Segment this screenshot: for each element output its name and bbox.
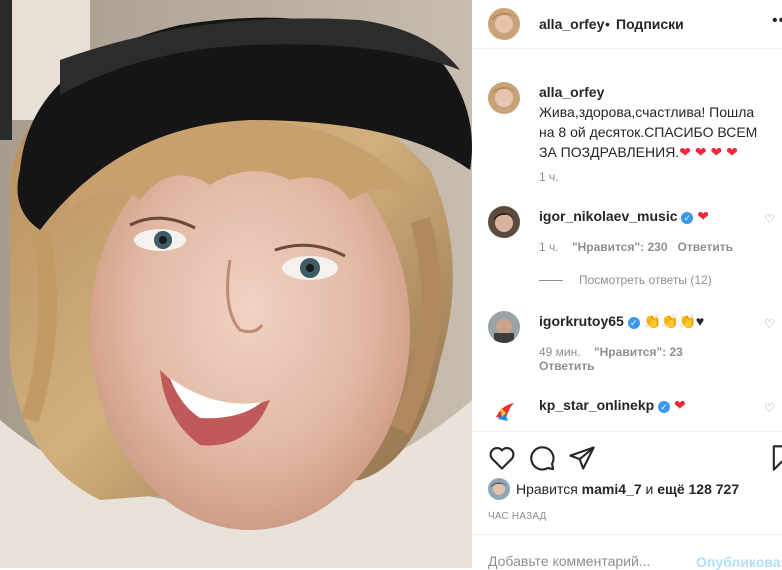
likes-count-button[interactable]: ещё 128 727 (657, 481, 739, 497)
heart-outline-icon[interactable] (488, 444, 516, 472)
comment-text: igorkrutoy65 ✓ 👏👏👏♥ (539, 311, 704, 331)
comment-likes[interactable]: "Нравится": 23 (594, 345, 683, 359)
comment-text: kp_star_onlinekp ✓ ❤ (539, 395, 686, 415)
following-button[interactable]: Подписки (616, 16, 684, 32)
comment-time: 49 мин. (539, 345, 581, 359)
likes-prefix: Нравится (516, 481, 578, 497)
header-separator: • (605, 16, 610, 32)
more-options-icon[interactable]: ••• (772, 12, 782, 30)
author-username[interactable]: alla_orfey (539, 16, 604, 32)
caption-time: 1 ч. (539, 170, 559, 184)
comment-like-icon[interactable]: ♡ (764, 401, 775, 415)
comment-body: ❤ (673, 397, 686, 413)
comment-meta: 1 ч. "Нравится": 230 Ответить (539, 240, 733, 254)
view-replies-button[interactable]: Посмотреть ответы (12) (539, 273, 712, 287)
caption-username[interactable]: alla_orfey (539, 84, 604, 100)
liker-avatar[interactable] (488, 478, 510, 500)
comment-like-icon[interactable]: ♡ (764, 317, 775, 331)
post-header: alla_orfey • Подписки ••• (472, 0, 782, 49)
share-icon[interactable] (568, 444, 596, 472)
reply-button[interactable]: Ответить (539, 359, 594, 373)
comment-meta: Ответить (539, 359, 594, 373)
comment-body: ❤ (697, 208, 710, 224)
verified-badge-icon: ✓ (681, 212, 694, 224)
bookmark-icon[interactable] (768, 444, 782, 472)
commenter-username[interactable]: igorkrutoy65 (539, 313, 624, 329)
post-actions (472, 431, 782, 484)
post-panel: alla_orfey • Подписки ••• alla_orfey Жив… (472, 0, 782, 570)
commenter-avatar[interactable] (488, 206, 520, 238)
commenter-avatar[interactable] (488, 311, 520, 343)
author-avatar[interactable] (488, 8, 520, 40)
caption-hearts: ❤ ❤ ❤ ❤ (679, 144, 738, 160)
view-replies-label: Посмотреть ответы (12) (579, 273, 712, 287)
commenter-username[interactable]: igor_nikolaev_music (539, 208, 678, 224)
reply-button[interactable]: Ответить (678, 240, 733, 254)
verified-badge-icon: ✓ (627, 317, 640, 329)
commenter-avatar[interactable] (488, 395, 520, 427)
liker-username[interactable]: mami4_7 (582, 481, 642, 497)
commenter-username[interactable]: kp_star_onlinekp (539, 397, 654, 413)
post-timestamp[interactable]: ЧАС НАЗАД (488, 511, 547, 522)
photo-illustration (0, 0, 472, 568)
add-comment-bar: Опубликовать (472, 534, 782, 570)
comment-like-icon[interactable]: ♡ (764, 212, 775, 226)
comment-input[interactable] (488, 553, 688, 569)
verified-badge-icon: ✓ (658, 401, 671, 413)
likes-text: Нравится mami4_7 и ещё 128 727 (516, 481, 739, 497)
replies-divider (539, 280, 563, 282)
post-photo[interactable] (0, 0, 472, 568)
caption-text: alla_orfey Жива,здорова,счастлива! Пошла… (539, 82, 769, 162)
comment-body: 👏👏👏♥ (643, 313, 705, 329)
comment-icon[interactable] (528, 444, 556, 472)
likes-conjunction: и (645, 481, 654, 497)
comment-text: igor_nikolaev_music ✓ ❤ (539, 206, 709, 226)
comment-meta: 49 мин. "Нравится": 23 (539, 345, 683, 359)
instagram-post: alla_orfey • Подписки ••• alla_orfey Жив… (0, 0, 782, 570)
comment-likes[interactable]: "Нравится": 230 (572, 240, 668, 254)
caption-avatar[interactable] (488, 82, 520, 114)
comment-time: 1 ч. (539, 240, 559, 254)
comments-list[interactable]: alla_orfey Жива,здорова,счастлива! Пошла… (472, 49, 782, 431)
